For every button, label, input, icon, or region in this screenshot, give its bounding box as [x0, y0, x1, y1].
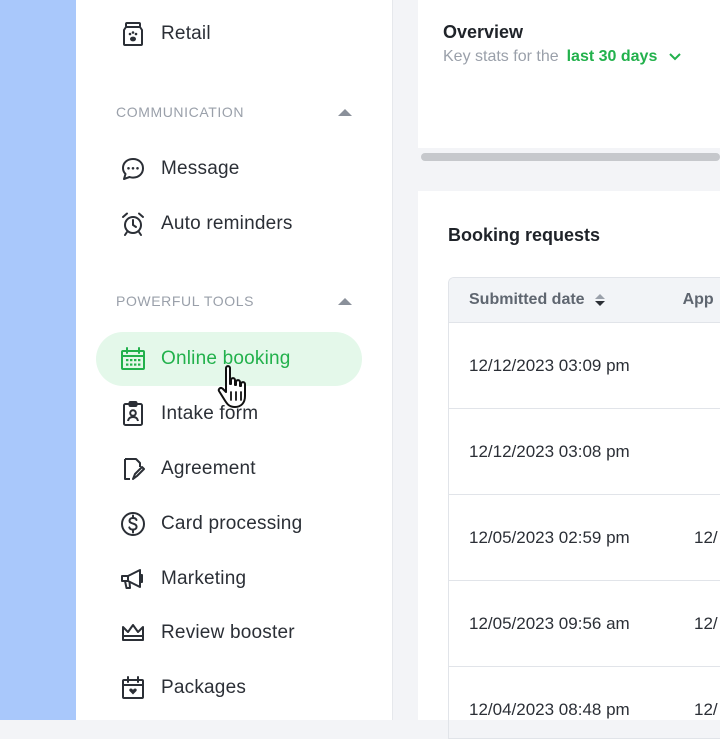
- overview-title: Overview: [443, 22, 524, 42]
- overview-subtitle-prefix: Key stats for the: [443, 48, 559, 65]
- dollar-circle-icon: [120, 511, 146, 537]
- sidebar-item-label: Auto reminders: [161, 213, 293, 234]
- crown-icon: [120, 620, 146, 646]
- submitted-date-cell: 12/05/2023 09:56 am: [469, 613, 630, 633]
- chevron-up-icon[interactable]: [338, 108, 352, 116]
- document-sign-icon: [120, 456, 146, 482]
- booking-requests-title: Booking requests: [448, 225, 601, 245]
- column-header-appointment[interactable]: App: [683, 291, 714, 309]
- column-header-submitted-date[interactable]: Submitted date: [469, 291, 605, 309]
- chat-bubble-icon: [120, 156, 146, 182]
- hand-pointer-cursor-icon: [217, 365, 246, 408]
- sidebar-item-label: Agreement: [161, 458, 256, 479]
- section-header-powerful-tools[interactable]: POWERFUL TOOLS: [116, 291, 352, 311]
- sidebar-item-card-processing[interactable]: Card processing: [96, 497, 362, 551]
- column-header-label: Submitted date: [469, 291, 585, 308]
- booking-requests-card: Booking requests Submitted date App 12/1…: [418, 191, 720, 739]
- section-title: COMMUNICATION: [116, 104, 245, 120]
- alarm-clock-icon: [120, 211, 146, 237]
- table-row[interactable]: 12/12/2023 03:09 pm: [449, 323, 720, 409]
- main-content: Overview Key stats for the last 30 days B…: [393, 0, 720, 739]
- appointment-cell: 12/: [694, 613, 718, 633]
- sidebar-item-marketing[interactable]: Marketing: [96, 552, 362, 606]
- sidebar-item-label: Packages: [161, 677, 247, 698]
- sidebar-item-review-booster[interactable]: Review booster: [96, 606, 362, 660]
- sidebar-item-auto-reminders[interactable]: Auto reminders: [96, 197, 362, 251]
- sort-icon[interactable]: [594, 294, 605, 306]
- sidebar-item-label: Review booster: [161, 622, 295, 643]
- overview-card: Overview Key stats for the last 30 days: [418, 0, 720, 148]
- table-row[interactable]: 12/05/2023 02:59 pm 12/: [449, 495, 720, 581]
- section-header-communication[interactable]: COMMUNICATION: [116, 102, 352, 122]
- overview-subtitle: Key stats for the last 30 days: [443, 48, 682, 66]
- calendar-icon: [120, 346, 146, 372]
- table-row[interactable]: 12/05/2023 09:56 am 12/: [449, 581, 720, 667]
- sidebar-item-label: Marketing: [161, 568, 247, 589]
- appointment-cell: 12/: [694, 699, 718, 719]
- chevron-up-icon[interactable]: [338, 297, 352, 305]
- date-range-label: last 30 days: [566, 48, 658, 65]
- column-header-label: App: [682, 291, 714, 308]
- sidebar-item-label: Message: [161, 158, 240, 179]
- submitted-date-cell: 12/05/2023 02:59 pm: [469, 527, 630, 547]
- megaphone-icon: [120, 566, 146, 592]
- sidebar-item-label: Retail: [161, 23, 211, 44]
- retail-bag-paw-icon: [120, 21, 146, 47]
- table-row[interactable]: 12/04/2023 08:48 pm 12/: [449, 667, 720, 738]
- table-row[interactable]: 12/12/2023 03:08 pm: [449, 409, 720, 495]
- package-calendar-icon: [120, 675, 146, 701]
- section-title: POWERFUL TOOLS: [116, 293, 255, 309]
- sidebar-item-agreement[interactable]: Agreement: [96, 442, 362, 496]
- left-strip: [0, 0, 76, 720]
- submitted-date-cell: 12/12/2023 03:08 pm: [469, 441, 630, 461]
- submitted-date-cell: 12/04/2023 08:48 pm: [469, 699, 630, 719]
- sidebar: Retail COMMUNICATION Message Auto remind…: [76, 0, 393, 720]
- appointment-cell: 12/: [694, 527, 718, 547]
- submitted-date-cell: 12/12/2023 03:09 pm: [469, 355, 630, 375]
- chevron-down-icon: [669, 53, 681, 61]
- horizontal-scrollbar[interactable]: [421, 153, 720, 161]
- sidebar-item-message[interactable]: Message: [96, 142, 362, 196]
- sidebar-item-label: Card processing: [161, 513, 303, 534]
- table-header: Submitted date App: [449, 278, 720, 323]
- sidebar-item-packages[interactable]: Packages: [96, 661, 362, 715]
- clipboard-person-icon: [120, 401, 146, 427]
- date-range-dropdown[interactable]: last 30 days: [567, 48, 682, 65]
- booking-requests-table: Submitted date App 12/12/2023 03:09 pm 1…: [448, 277, 720, 739]
- sidebar-item-retail[interactable]: Retail: [96, 7, 362, 61]
